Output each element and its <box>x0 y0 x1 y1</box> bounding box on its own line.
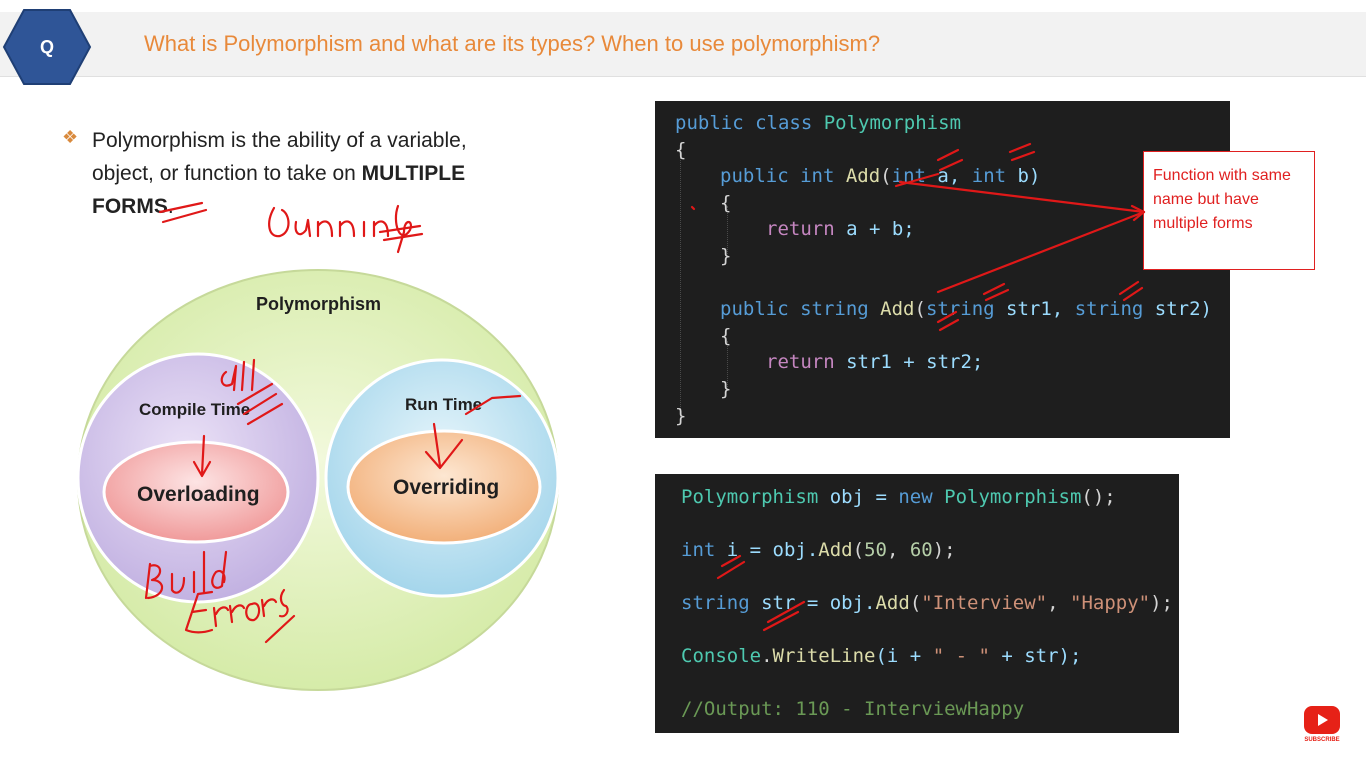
compile-time-circle <box>76 352 320 604</box>
code-line-method1: public int Add(int a, int b) <box>720 165 1041 187</box>
code-line-class: public class Polymorphism <box>675 112 962 134</box>
diamond-bullet-icon: ❖ <box>62 127 79 147</box>
overriding-label: Overriding <box>393 476 500 499</box>
code-line-instantiate: Polymorphism obj = new Polymorphism(); <box>681 486 1116 508</box>
usage-code-panel: Polymorphism obj = new Polymorphism(); i… <box>655 474 1179 733</box>
definition-bold-forms: FORMS <box>92 195 168 218</box>
compile-time-label: Compile Time <box>139 400 251 419</box>
polymorphism-label: Polymorphism <box>256 294 382 314</box>
code-line-writeline: Console.WriteLine(i + " - " + str); <box>681 645 1082 667</box>
code-line-return1: return a + b; <box>766 218 915 240</box>
youtube-icon <box>1304 706 1340 734</box>
code-line-brace: { <box>720 325 732 347</box>
code-line-brace: } <box>720 378 732 400</box>
code-line-brace: } <box>720 245 732 267</box>
subscribe-button[interactable]: SUBSCRIBE <box>1302 706 1342 746</box>
question-badge: Q <box>2 8 92 86</box>
definition-text: Polymorphism is the ability of a variabl… <box>92 124 532 223</box>
code-line-brace: { <box>720 192 732 214</box>
callout-text: Function with same name but have multipl… <box>1153 167 1291 232</box>
annotation-callout: Function with same name but have multipl… <box>1143 151 1315 270</box>
code-line-return2: return str1 + str2; <box>766 351 984 373</box>
definition-bold-multiple: MULTIPLE <box>361 162 466 185</box>
subscribe-label: SUBSCRIBE <box>1304 737 1340 743</box>
code-line-method2: public string Add(string str1, string st… <box>720 298 1212 320</box>
code-line-close: } <box>675 405 687 427</box>
indent-guide <box>680 151 681 421</box>
question-badge-label: Q <box>39 36 54 57</box>
code-line-int-call: int i = obj.Add(50, 60); <box>681 539 956 561</box>
page-title: What is Polymorphism and what are its ty… <box>144 31 881 56</box>
code-line-comment: //Output: 110 - InterviewHappy <box>681 698 1025 720</box>
run-time-label: Run Time <box>405 395 483 414</box>
definition-end: . <box>167 195 174 218</box>
code-line-open: { <box>675 139 687 161</box>
code-line-string-call: string str = obj.Add("Interview", "Happy… <box>681 592 1173 614</box>
overloading-label: Overloading <box>137 483 260 506</box>
